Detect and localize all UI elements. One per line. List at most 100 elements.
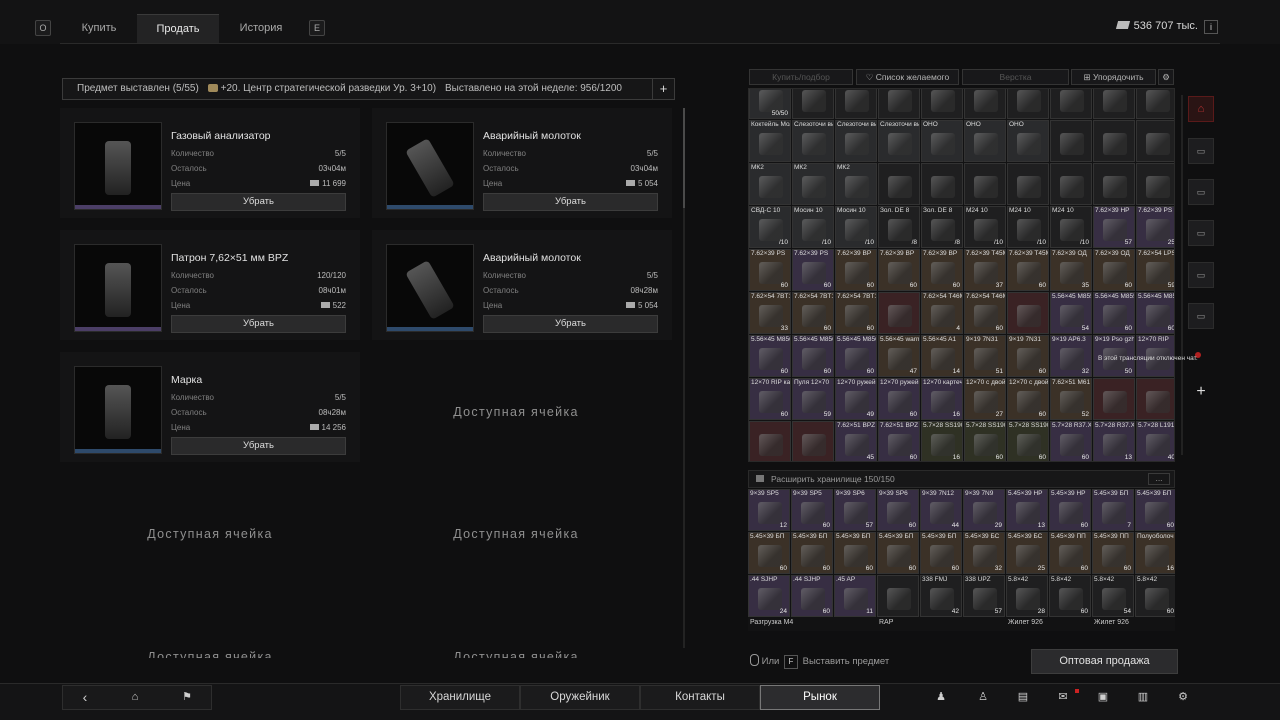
inventory-item[interactable] — [1050, 120, 1092, 162]
inventory-item[interactable]: 5.7×28 L191 40 — [1136, 421, 1174, 461]
inventory-item[interactable]: 5.7×28 R37.X 60 — [1050, 421, 1092, 461]
inventory-item[interactable]: 9×19 7N31 51 — [964, 335, 1006, 377]
inventory-item[interactable] — [878, 163, 920, 205]
stash-more-button[interactable]: ... — [1148, 473, 1170, 485]
inventory-item[interactable]: Мосин 10 /10 — [835, 206, 877, 248]
inventory-item[interactable]: 5.56×45 M856 60 — [749, 335, 791, 377]
inventory-item[interactable] — [921, 163, 963, 205]
offer-item-image[interactable] — [74, 122, 162, 210]
inventory-item[interactable] — [792, 89, 834, 119]
inventory-item[interactable]: 9×19 AP6.3 32 — [1050, 335, 1092, 377]
inventory-item[interactable]: 7.62×39 ОД 60 — [1093, 249, 1135, 291]
inventory-item[interactable]: 5.56×45 M855 54 — [1050, 292, 1092, 334]
offer-item-image[interactable] — [74, 244, 162, 332]
inventory-item[interactable]: .45 AP 11 — [834, 575, 876, 617]
inventory-item[interactable]: 5.45×39 HP 13 — [1006, 489, 1048, 531]
case-icon[interactable]: ▭ — [1188, 179, 1214, 205]
remove-offer-button[interactable]: Убрать — [483, 315, 658, 333]
inventory-item[interactable]: 12×70 с двойной головкой 27 — [964, 378, 1006, 420]
inventory-item[interactable]: 5.45×39 БП 60 — [877, 532, 919, 574]
inventory-item[interactable]: Слезоточи вый газ — [792, 120, 834, 162]
inventory-item[interactable]: 7.62×39 HP 57 — [1093, 206, 1135, 248]
info-icon[interactable]: i — [1204, 20, 1218, 34]
inventory-item[interactable]: 9×39 SP6 57 — [834, 489, 876, 531]
hideout-icon[interactable]: ▣ — [1096, 690, 1110, 704]
inventory-item[interactable]: 7.62×39 BP 60 — [878, 249, 920, 291]
inventory-item[interactable]: 50/50 — [749, 89, 791, 119]
inventory-item[interactable]: Зол. DE 8 /8 — [921, 206, 963, 248]
inventory-item[interactable]: ОНО — [921, 120, 963, 162]
case-icon[interactable]: ▭ — [1188, 303, 1214, 329]
inventory-item[interactable]: Коктейль Молотова — [749, 120, 791, 162]
inventory-item[interactable] — [1007, 163, 1049, 205]
inventory-item[interactable]: 5.8×42 60 — [1135, 575, 1175, 617]
add-container-button[interactable]: + — [1188, 380, 1214, 406]
inventory-item[interactable]: 7.62×54 7BT1 60 — [792, 292, 834, 334]
inventory-item[interactable]: 5.45×39 ПП 60 — [1049, 532, 1091, 574]
tab-sell[interactable]: Продать — [137, 14, 219, 44]
inventory-item[interactable]: 5.56×45 A1 14 — [921, 335, 963, 377]
nav-stash[interactable]: Хранилище — [400, 685, 520, 710]
inventory-item[interactable] — [1050, 89, 1092, 119]
chat-icon[interactable]: ▤ — [1016, 690, 1030, 704]
inventory-item[interactable]: 5.56×45 M855 60 — [1093, 292, 1135, 334]
inventory-item[interactable]: 9×39 SP5 60 — [791, 489, 833, 531]
inventory-item[interactable]: 5.45×39 БС 25 — [1006, 532, 1048, 574]
back-arrow-icon[interactable]: ‹ — [78, 690, 92, 704]
inventory-item[interactable] — [964, 89, 1006, 119]
inventory-item[interactable]: 5.7×28 R37.X 13 — [1093, 421, 1135, 461]
inventory-item[interactable]: M24 10 /10 — [964, 206, 1006, 248]
inventory-item[interactable]: 7.62×39 ОД 35 — [1050, 249, 1092, 291]
case-icon[interactable]: ▭ — [1188, 138, 1214, 164]
handbook-icon[interactable]: ▥ — [1136, 690, 1150, 704]
inventory-item[interactable]: 7.62×39 BP 60 — [835, 249, 877, 291]
inventory-item[interactable] — [835, 89, 877, 119]
sort-button[interactable]: ⊞ Упорядочить — [1071, 69, 1156, 85]
layout-button[interactable]: Верстка — [962, 69, 1069, 85]
inventory-item[interactable]: 9×39 SP6 60 — [877, 489, 919, 531]
home-stash-icon[interactable]: ⌂ — [1188, 96, 1214, 122]
inventory-item[interactable] — [1136, 89, 1174, 119]
inventory-item[interactable]: M24 10 /10 — [1050, 206, 1092, 248]
inventory-item[interactable]: МК2 — [835, 163, 877, 205]
inventory-item[interactable]: 5.8×42 54 — [1092, 575, 1134, 617]
inventory-item[interactable]: Слезоточи вый газ — [835, 120, 877, 162]
remove-offer-button[interactable]: Убрать — [171, 315, 346, 333]
offer-item-image[interactable] — [386, 122, 474, 210]
inventory-item[interactable] — [1007, 89, 1049, 119]
inventory-item[interactable]: 9×39 7N9 29 — [963, 489, 1005, 531]
inventory-item[interactable]: Зол. DE 8 /8 — [878, 206, 920, 248]
settings-gear-icon[interactable]: ⚙ — [1176, 690, 1190, 704]
remove-offer-button[interactable]: Убрать — [171, 437, 346, 455]
inventory-item[interactable] — [921, 89, 963, 119]
inventory-item[interactable]: 12×70 RIP картечь 60 — [749, 378, 791, 420]
home-icon[interactable]: ⌂ — [128, 690, 142, 704]
inventory-item[interactable]: 7.62×39 BP 60 — [921, 249, 963, 291]
inventory-item[interactable] — [1093, 89, 1135, 119]
inventory-item[interactable]: 7.62×54 T46M 4 — [921, 292, 963, 334]
inventory-item[interactable]: 7.62×51 BPZ 45 — [835, 421, 877, 461]
inventory-item[interactable]: 7.62×54 7BT1 60 — [835, 292, 877, 334]
remove-offer-button[interactable]: Убрать — [171, 193, 346, 211]
mail-icon[interactable]: ✉ — [1056, 690, 1070, 704]
inventory-item[interactable]: 7.62×54 7BT1 33 — [749, 292, 791, 334]
inventory-item[interactable]: МК2 — [792, 163, 834, 205]
inventory-item[interactable]: 5.8×42 28 — [1006, 575, 1048, 617]
offers-scrollbar[interactable] — [683, 108, 685, 648]
group-icon[interactable]: ♟ — [934, 690, 948, 704]
inventory-item[interactable]: 7.62×39 T45M 37 — [964, 249, 1006, 291]
inventory-item[interactable]: 7.62×54 T46M 60 — [964, 292, 1006, 334]
inventory-item[interactable] — [749, 421, 791, 461]
inventory-item[interactable]: 5.56×45 M856 60 — [792, 335, 834, 377]
tab-buy[interactable]: Купить — [62, 14, 136, 44]
inventory-item[interactable]: 12×70 ружейная пуля 60 — [878, 378, 920, 420]
inventory-item[interactable]: 5.45×39 БП 60 — [791, 532, 833, 574]
inventory-item[interactable] — [792, 421, 834, 461]
inventory-item[interactable]: 7.62×39 T45M 60 — [1007, 249, 1049, 291]
inventory-item[interactable]: 5.56×45 M856 60 — [835, 335, 877, 377]
inventory-item[interactable] — [878, 89, 920, 119]
inventory-item[interactable]: 7.62×51 BPZ 60 — [878, 421, 920, 461]
inventory-item[interactable] — [1050, 163, 1092, 205]
inventory-item[interactable] — [1136, 378, 1174, 420]
inventory-item[interactable]: 5.7×28 SS190 60 — [1007, 421, 1049, 461]
